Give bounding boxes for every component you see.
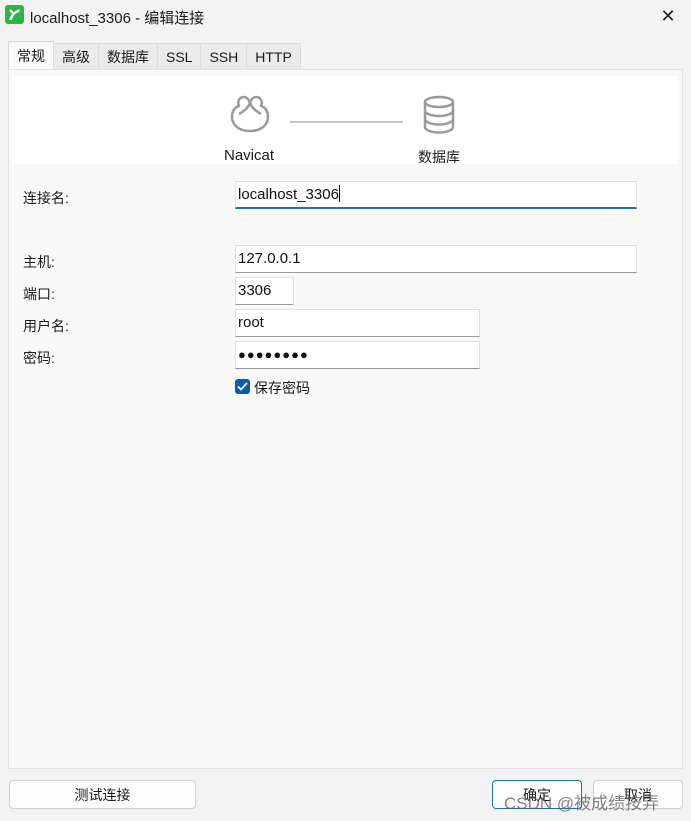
database-label: 数据库: [418, 149, 460, 165]
navicat-label: Navicat: [224, 147, 275, 164]
username-input[interactable]: root: [235, 309, 480, 337]
csdn-watermark: CSDN @被成绩按弄: [504, 794, 660, 813]
navicat-logo-icon: [230, 95, 270, 133]
text-caret: [338, 185, 340, 202]
port-label: 端口:: [23, 286, 55, 302]
connection-name-label: 连接名:: [23, 190, 69, 206]
tab-ssh[interactable]: SSH: [200, 43, 248, 69]
tab-ssl[interactable]: SSL: [157, 43, 202, 69]
password-input[interactable]: ●●●●●●●●: [235, 341, 480, 369]
tab-advanced[interactable]: 高级: [53, 43, 99, 69]
tab-http[interactable]: HTTP: [246, 43, 301, 69]
save-password-label: 保存密码: [254, 380, 310, 396]
save-password-checkbox[interactable]: [235, 379, 250, 394]
title-bar: localhost_3306 - 编辑连接 ✕: [0, 0, 691, 32]
checkmark-icon: [237, 382, 248, 391]
window-title: localhost_3306 - 编辑连接: [30, 10, 205, 27]
tab-general[interactable]: 常规: [8, 41, 54, 69]
connector-line: [290, 121, 403, 123]
host-input[interactable]: 127.0.0.1: [235, 245, 637, 273]
general-panel: Navicat 数据库 连接名: localhost_3306 主机: 127.…: [8, 69, 683, 769]
tab-databases[interactable]: 数据库: [98, 43, 158, 69]
port-input[interactable]: 3306: [235, 277, 294, 305]
tab-bar: 常规 高级 数据库 SSL SSH HTTP: [8, 41, 301, 69]
password-label: 密码:: [23, 350, 55, 366]
connection-name-input[interactable]: localhost_3306: [235, 181, 637, 209]
navicat-app-icon: [5, 5, 24, 24]
close-button[interactable]: ✕: [645, 0, 691, 32]
username-label: 用户名:: [23, 318, 69, 334]
close-icon: ✕: [660, 5, 676, 26]
test-connection-button[interactable]: 测试连接: [9, 780, 196, 809]
database-icon: [423, 95, 455, 134]
connection-diagram: Navicat 数据库: [12, 76, 678, 165]
host-label: 主机:: [23, 254, 55, 270]
